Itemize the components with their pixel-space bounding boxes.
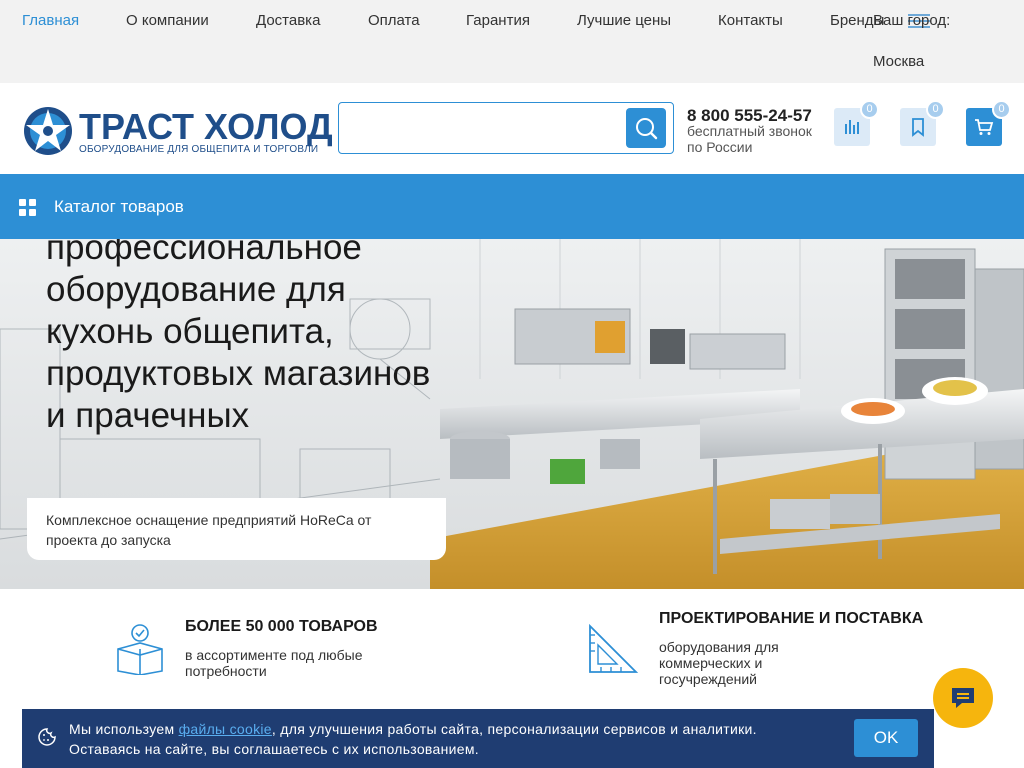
grid-icon: [19, 199, 36, 216]
search-input[interactable]: [347, 111, 617, 145]
catalog-label: Каталог товаров: [54, 197, 184, 216]
chat-icon: [952, 688, 974, 708]
city-label: Ваш город:: [873, 12, 951, 29]
hero-title: профессиональное оборудование для кухонь…: [46, 239, 431, 435]
hero-banner: профессиональное оборудование для кухонь…: [0, 239, 1024, 589]
nav-delivery[interactable]: Доставка: [256, 12, 320, 29]
cookie-text-line2: Оставаясь на сайте, вы соглашаетесь с их…: [69, 741, 479, 757]
cookie-message: Мы используем файлы cookie, для улучшени…: [69, 719, 757, 759]
favorites-count: 0: [926, 100, 945, 119]
logo-star-icon: [24, 107, 72, 155]
search-icon: [636, 118, 658, 140]
feature-title-products: БОЛЕЕ 50 000 ТОВАРОВ: [185, 618, 378, 635]
compare-button[interactable]: 0: [834, 100, 879, 146]
feature-text-design: оборудования для коммерческих и госучреж…: [659, 639, 779, 687]
nav-about[interactable]: О компании: [126, 12, 209, 29]
header: ТРАСТ ХОЛОД ОБОРУДОВАНИЕ ДЛЯ ОБЩЕПИТА И …: [0, 83, 1024, 174]
feature-products: БОЛЕЕ 50 000 ТОВАРОВ в ассортименте под …: [0, 589, 500, 709]
bookmark-icon: [912, 118, 924, 137]
logo-tagline: ОБОРУДОВАНИЕ ДЛЯ ОБЩЕПИТА И ТОРГОВЛИ: [79, 144, 319, 155]
cart-button[interactable]: 0: [966, 100, 1011, 146]
city-selector[interactable]: Москва: [873, 53, 924, 70]
logo-name: ТРАСТ ХОЛОД: [79, 106, 333, 147]
search-button[interactable]: [626, 108, 666, 148]
cookie-banner: Мы используем файлы cookie, для улучшени…: [22, 709, 934, 768]
cookie-icon: [38, 728, 56, 746]
top-bar: Главная О компании Доставка Оплата Гаран…: [0, 0, 1024, 83]
box-check-icon: [117, 624, 163, 675]
hero-subtitle: Комплексное оснащение предприятий HoReCa…: [46, 512, 372, 548]
nav-home[interactable]: Главная: [22, 12, 79, 29]
cookie-text-after: , для улучшения работы сайта, персонализ…: [271, 721, 757, 737]
cookie-ok-button[interactable]: OK: [854, 719, 918, 757]
phone-note: бесплатный звонок по России: [687, 123, 812, 155]
chat-button[interactable]: [933, 668, 993, 728]
feature-title-design: ПРОЕКТИРОВАНИЕ И ПОСТАВКА: [659, 610, 924, 627]
cart-count: 0: [992, 100, 1011, 119]
hero-subtitle-card: Комплексное оснащение предприятий HoReCa…: [27, 498, 446, 560]
cookie-text-before: Мы используем: [69, 721, 179, 737]
compare-count: 0: [860, 100, 879, 119]
chart-bars-icon: [845, 120, 859, 134]
favorites-button[interactable]: 0: [900, 100, 945, 146]
ruler-triangle-icon: [589, 623, 639, 673]
catalog-bar[interactable]: Каталог товаров: [0, 174, 1024, 239]
cookie-policy-link[interactable]: файлы cookie: [179, 721, 272, 737]
feature-text-products: в ассортименте под любые потребности: [185, 647, 363, 679]
nav-warranty[interactable]: Гарантия: [466, 12, 530, 29]
nav-payment[interactable]: Оплата: [368, 12, 420, 29]
nav-best-prices[interactable]: Лучшие цены: [577, 12, 671, 29]
cart-icon: [975, 119, 994, 135]
logo[interactable]: ТРАСТ ХОЛОД ОБОРУДОВАНИЕ ДЛЯ ОБЩЕПИТА И …: [22, 103, 333, 159]
search-box: [338, 102, 674, 154]
nav-contacts[interactable]: Контакты: [718, 12, 783, 29]
